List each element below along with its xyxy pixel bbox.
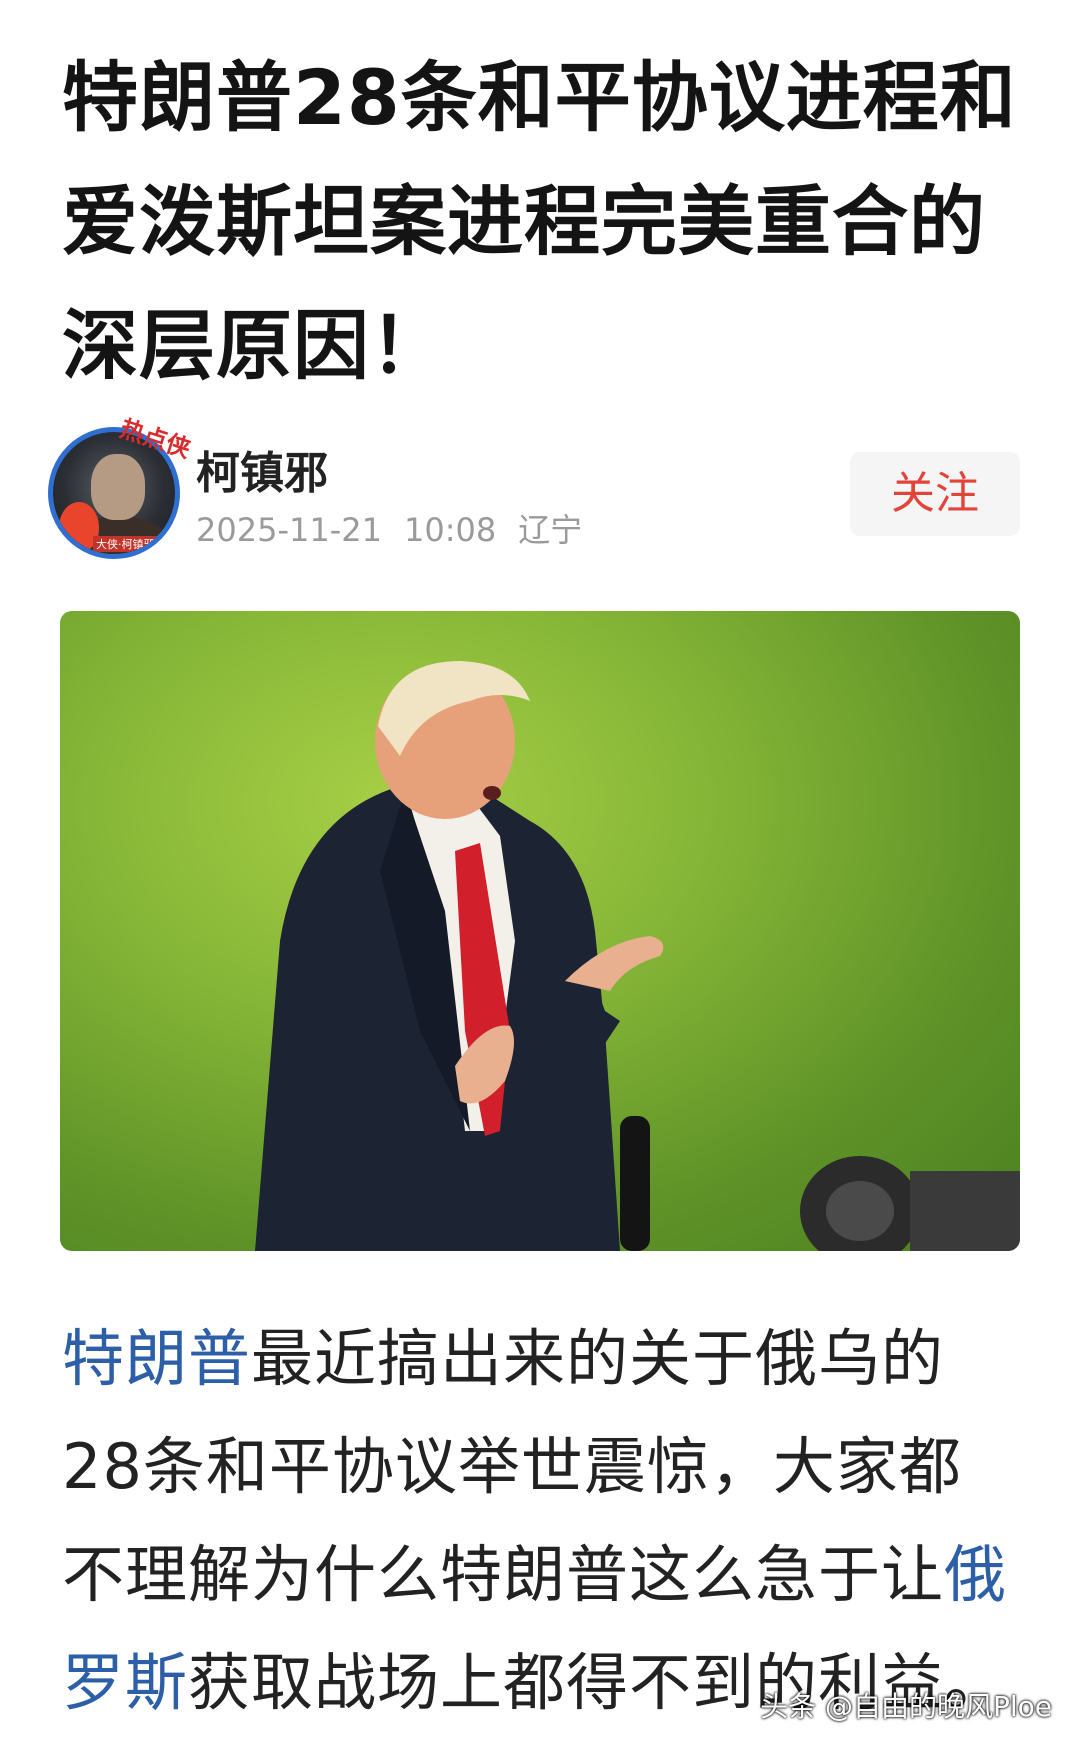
entity-link-trump[interactable]: 特朗普 (62, 1322, 251, 1395)
follow-button[interactable]: 关注 (850, 452, 1020, 536)
publish-date: 2025-11-21 (196, 511, 382, 549)
avatar-tag: 大侠·柯镇邪 (93, 536, 158, 552)
author-meta: 2025-11-21 10:08 辽宁 (196, 505, 604, 551)
photo-illustration (255, 661, 1020, 1251)
article-title: 特朗普28条和平协议进程和爱泼斯坦案进程完美重合的深层原因！ (62, 53, 1017, 390)
avatar-figure-face (91, 454, 145, 520)
article-body: 特朗普最近搞出来的关于俄乌的28条和平协议举世震惊，大家都不理解为什么特朗普这么… (62, 1305, 1022, 1737)
watermark: 头条 @自由的晚风Ploe (760, 1690, 1052, 1723)
author-name[interactable]: 柯镇邪 (196, 437, 328, 501)
publish-time: 10:08 (403, 511, 497, 549)
article-photo[interactable] (60, 611, 1020, 1251)
author-row: 大侠·柯镇邪 热点侠 柯镇邪 2025-11-21 10:08 辽宁 关注 (48, 414, 1020, 565)
publish-location: 辽宁 (518, 511, 583, 549)
